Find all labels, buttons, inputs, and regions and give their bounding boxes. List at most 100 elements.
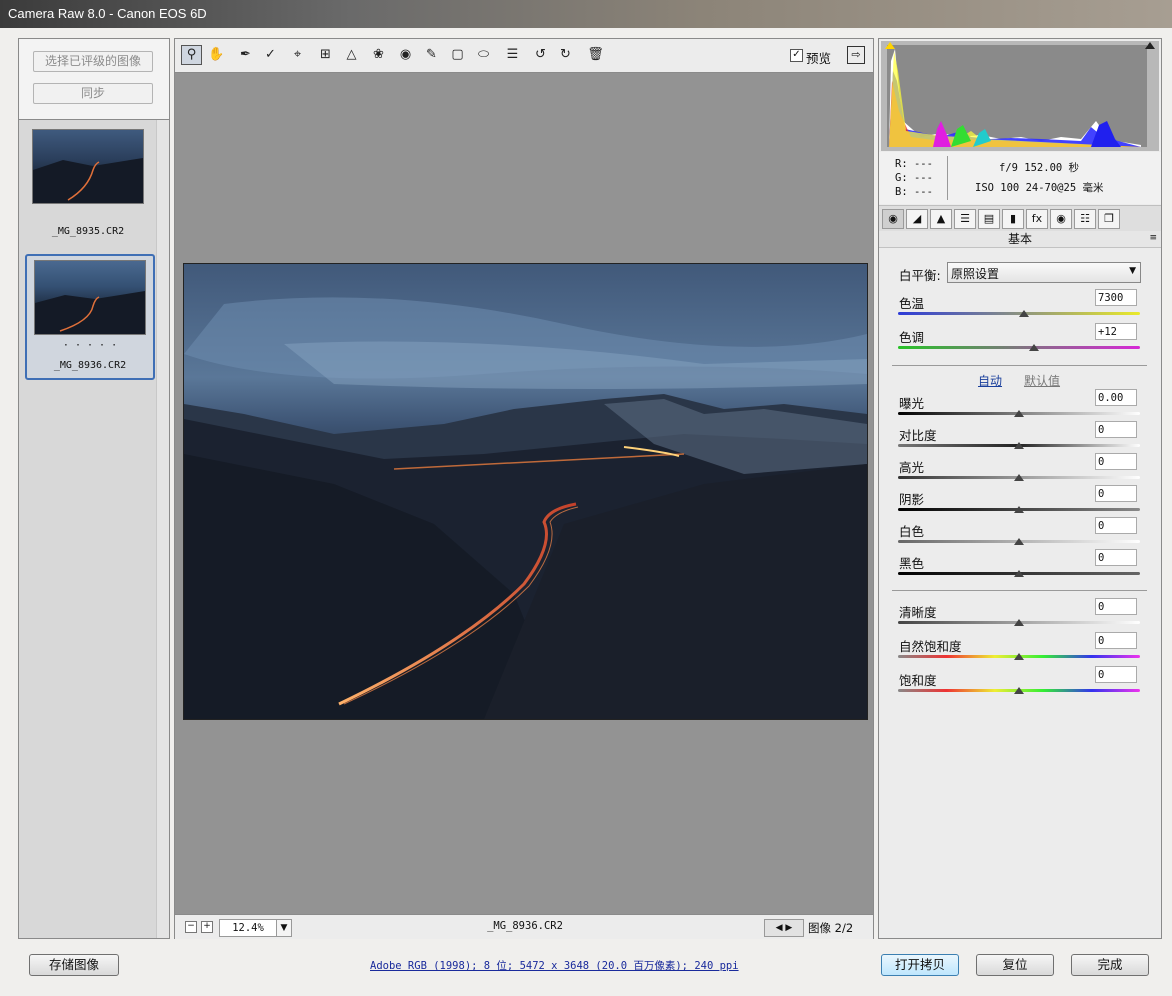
tint-slider-handle[interactable]	[1028, 344, 1039, 351]
vibrance-value-field[interactable]: 0	[1095, 632, 1137, 649]
sync-button[interactable]: 同步	[33, 83, 153, 104]
tool-bar: ⚲ ✋ ✒ ✓ ⌖ ⊞ △ ❀ ◉ ✎ ▢ ⬭ ☰ ↺ ↻ 🗑 ✓ 预览 ⇨	[175, 39, 873, 73]
whites-value-field[interactable]: 0	[1095, 517, 1137, 534]
adjustments-panel: R: --- G: --- B: --- f/9 152.00 秒 ISO 10…	[878, 38, 1162, 939]
saturation-slider-handle[interactable]	[1014, 687, 1024, 694]
color-sampler-tool-icon[interactable]: ✓	[260, 45, 281, 65]
preview-label: 预览	[806, 51, 832, 66]
graduated-filter-tool-icon[interactable]: ▢	[447, 45, 468, 65]
tab-hsl-icon[interactable]: ☰	[954, 209, 976, 229]
temperature-value-field[interactable]: 7300	[1095, 289, 1137, 306]
white-balance-tool-icon[interactable]: ✒	[235, 45, 256, 65]
hand-tool-icon[interactable]: ✋	[206, 45, 227, 65]
exposure-slider-handle[interactable]	[1014, 410, 1024, 417]
whites-label: 白色	[899, 524, 925, 539]
shadows-slider-handle[interactable]	[1014, 506, 1024, 513]
contrast-label: 对比度	[899, 428, 937, 443]
panel-menu-icon[interactable]: ≡	[1149, 233, 1157, 243]
clarity-slider-handle[interactable]	[1014, 619, 1024, 626]
crop-tool-icon[interactable]: ⊞	[315, 45, 336, 65]
adjustment-brush-tool-icon[interactable]: ✎	[421, 45, 442, 65]
filmstrip-panel: 选择已评级的图像 同步 _MG_8935.CR2 · · · · · _MG_8…	[18, 38, 170, 939]
exposure-label: 曝光	[899, 396, 925, 411]
blue-readout: B: ---	[895, 186, 933, 198]
temperature-slider-handle[interactable]	[1018, 310, 1029, 317]
blacks-label: 黑色	[899, 556, 925, 571]
highlights-value-field[interactable]: 0	[1095, 453, 1137, 470]
rotate-right-icon[interactable]: ↻	[555, 45, 576, 65]
contrast-slider-handle[interactable]	[1014, 442, 1024, 449]
save-image-button[interactable]: 存储图像	[29, 954, 119, 976]
tab-detail-icon[interactable]: ▲	[930, 209, 952, 229]
tab-effects-icon[interactable]: fx	[1026, 209, 1048, 229]
vibrance-label: 自然饱和度	[899, 639, 962, 654]
zoom-tool-icon[interactable]: ⚲	[181, 45, 202, 65]
target-adjust-tool-icon[interactable]: ⌖	[287, 45, 308, 65]
blacks-slider-handle[interactable]	[1014, 570, 1024, 577]
chevron-down-icon: ▼	[1129, 266, 1136, 276]
select-rated-button[interactable]: 选择已评级的图像	[33, 51, 153, 72]
tab-presets-icon[interactable]: ☷	[1074, 209, 1096, 229]
red-readout: R: ---	[895, 158, 933, 170]
section-divider	[892, 590, 1147, 591]
tab-snapshots-icon[interactable]: ❐	[1098, 209, 1120, 229]
preferences-icon[interactable]: ☰	[502, 45, 523, 65]
done-button[interactable]: 完成	[1071, 954, 1149, 976]
preview-checkbox[interactable]: ✓	[790, 49, 803, 62]
thumbnail-item-selected[interactable]: · · · · · _MG_8936.CR2	[25, 254, 155, 380]
tab-tone-curve-icon[interactable]: ◢	[906, 209, 928, 229]
zoom-out-button[interactable]: −	[185, 921, 197, 933]
open-copy-button[interactable]: 打开拷贝	[881, 954, 959, 976]
highlights-slider-handle[interactable]	[1014, 474, 1024, 481]
straighten-tool-icon[interactable]: △	[341, 45, 362, 65]
tab-camera-calibration-icon[interactable]: ◉	[1050, 209, 1072, 229]
thumbnail-item[interactable]: _MG_8935.CR2	[25, 125, 151, 247]
filmstrip-scrollbar[interactable]	[156, 120, 169, 938]
tint-slider-track[interactable]	[898, 346, 1140, 349]
auto-link[interactable]: 自动	[978, 372, 1002, 389]
contrast-value-field[interactable]: 0	[1095, 421, 1137, 438]
thumbnail-image	[32, 129, 144, 204]
green-readout: G: ---	[895, 172, 933, 184]
zoom-in-button[interactable]: +	[201, 921, 213, 933]
thumbnail-rating[interactable]: · · · · ·	[27, 340, 153, 351]
rotate-left-icon[interactable]: ↺	[530, 45, 551, 65]
clarity-value-field[interactable]: 0	[1095, 598, 1137, 615]
temperature-label: 色温	[899, 296, 925, 311]
highlight-clipping-warning-icon[interactable]	[1145, 42, 1155, 49]
thumbnail-filename: _MG_8936.CR2	[53, 360, 127, 371]
photo-preview[interactable]	[183, 263, 868, 720]
zoom-dropdown-icon[interactable]: ▼	[276, 919, 292, 937]
red-eye-tool-icon[interactable]: ◉	[395, 45, 416, 65]
window-title: Camera Raw 8.0 - Canon EOS 6D	[8, 6, 207, 21]
delete-icon[interactable]: 🗑	[585, 45, 606, 65]
panel-tabs: ◉ ◢ ▲ ☰ ▤ ▮ fx ◉ ☷ ❐	[879, 205, 1161, 233]
blacks-value-field[interactable]: 0	[1095, 549, 1137, 566]
tint-value-field[interactable]: +12	[1095, 323, 1137, 340]
workflow-options-link[interactable]: Adobe RGB (1998); 8 位; 5472 x 3648 (20.0…	[370, 958, 739, 973]
vibrance-slider-handle[interactable]	[1014, 653, 1024, 660]
thumbnail-image	[34, 260, 146, 335]
shadow-clipping-warning-icon[interactable]	[885, 42, 895, 49]
current-filename: _MG_8936.CR2	[487, 920, 563, 932]
white-balance-select[interactable]: 原照设置 ▼	[947, 262, 1141, 283]
highlights-label: 高光	[899, 460, 925, 475]
image-nav-arrows-icon[interactable]: ◀ ▶	[764, 919, 804, 937]
filmstrip-header: 选择已评级的图像 同步	[19, 39, 169, 120]
reset-button[interactable]: 复位	[976, 954, 1054, 976]
tab-split-toning-icon[interactable]: ▤	[978, 209, 1000, 229]
spot-removal-tool-icon[interactable]: ❀	[368, 45, 389, 65]
saturation-value-field[interactable]: 0	[1095, 666, 1137, 683]
clarity-label: 清晰度	[899, 605, 937, 620]
default-link[interactable]: 默认值	[1024, 372, 1060, 389]
zoom-level-field[interactable]: 12.4%	[219, 919, 277, 937]
fullscreen-icon[interactable]: ⇨	[847, 46, 865, 64]
whites-slider-handle[interactable]	[1014, 538, 1024, 545]
tint-label: 色调	[899, 330, 925, 345]
radial-filter-tool-icon[interactable]: ⬭	[473, 45, 494, 65]
status-bar: − + 12.4% ▼ _MG_8936.CR2 ◀ ▶ 图像 2/2	[175, 914, 873, 939]
shadows-value-field[interactable]: 0	[1095, 485, 1137, 502]
exposure-value-field[interactable]: 0.00	[1095, 389, 1137, 406]
tab-basic-icon[interactable]: ◉	[882, 209, 904, 229]
tab-lens-corrections-icon[interactable]: ▮	[1002, 209, 1024, 229]
